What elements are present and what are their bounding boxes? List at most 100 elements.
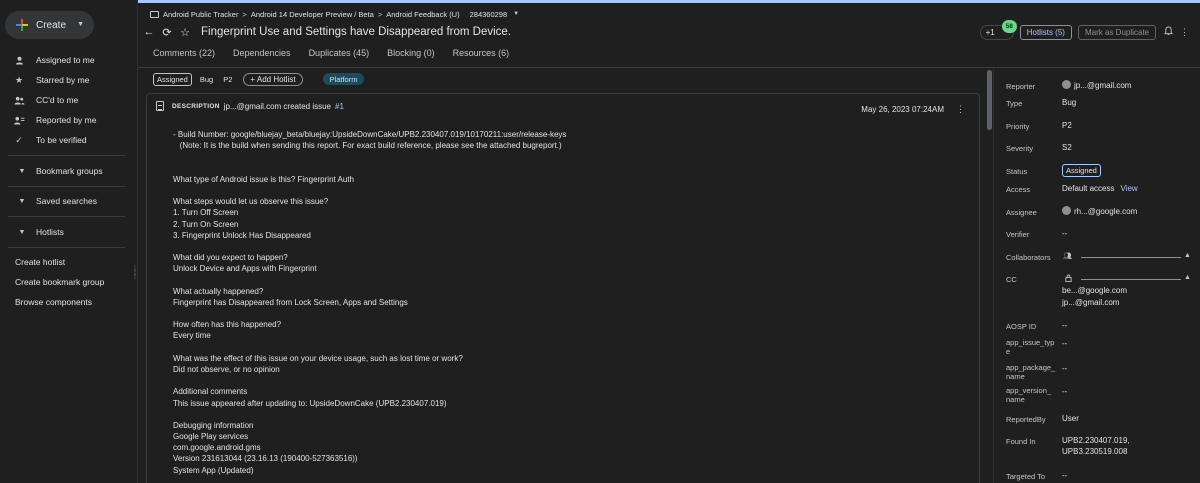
mark-as-duplicate-button[interactable]: Mark as Duplicate — [1077, 24, 1156, 40]
meta-value[interactable]: -- — [1062, 228, 1067, 239]
assignee-email: rh...@google.com — [1074, 207, 1138, 216]
create-hotlist-link[interactable]: Create hotlist — [15, 257, 65, 267]
plus-one-button[interactable]: +1 58 — [979, 19, 1017, 40]
sidebar-item-assigned[interactable]: Assigned to me — [0, 51, 138, 69]
chevron-down-icon: ▼ — [77, 21, 84, 28]
cc-email[interactable]: jp...@gmail.com — [1062, 297, 1119, 308]
add-hotlist-button[interactable]: + Add Hotlist — [243, 72, 303, 86]
meta-value[interactable]: User — [1062, 413, 1079, 424]
create-button[interactable]: Create ▼ — [5, 11, 94, 39]
chevron-down-icon: ▼ — [18, 228, 26, 236]
divider-line — [1081, 257, 1181, 258]
description-line: Version 231613044 (23.16.13 (190400-5273… — [173, 454, 358, 464]
description-line: What type of Android issue is this? Fing… — [173, 174, 354, 184]
meta-value: Default access View — [1062, 183, 1138, 194]
chevron-down-icon[interactable]: ▼ — [513, 11, 519, 17]
title-bar: ← ⟳ ☆ Fingerprint Use and Settings have … — [143, 23, 512, 41]
chevron-up-icon[interactable]: ▲ — [1184, 252, 1191, 259]
sidebar-item-ccd[interactable]: CC'd to me — [0, 91, 138, 109]
meta-key: app_version_ name — [1006, 386, 1052, 404]
tab-dependencies[interactable]: Dependencies — [233, 48, 291, 64]
sidebar-group-saved-searches[interactable]: ▼ Saved searches — [0, 192, 138, 210]
tab-blocking[interactable]: Blocking (0) — [387, 48, 435, 64]
back-arrow-icon[interactable]: ← — [143, 26, 155, 38]
meta-value[interactable]: P2 — [1062, 120, 1072, 131]
meta-value[interactable]: Bug — [1062, 97, 1076, 108]
description-header: DESCRIPTION jp...@gmail.com created issu… — [156, 101, 344, 111]
tabs-divider — [138, 67, 1200, 68]
browse-components-link[interactable]: Browse components — [15, 297, 92, 307]
tab-comments[interactable]: Comments (22) — [153, 48, 215, 64]
access-value: Default access — [1062, 184, 1115, 193]
sidebar-item-label: Starred by me — [36, 75, 90, 85]
description-line: What was the effect of this issue on you… — [173, 353, 463, 363]
star-outline-icon[interactable]: ☆ — [179, 26, 191, 39]
avatar — [1062, 206, 1071, 215]
sidebar-item-reported[interactable]: Reported by me — [0, 111, 138, 129]
description-line — [173, 308, 953, 319]
more-vert-icon[interactable]: ⋮ — [956, 104, 965, 115]
scrollbar-thumb[interactable] — [987, 70, 992, 130]
description-line — [173, 163, 953, 174]
breadcrumb-item[interactable]: Android 14 Developer Preview / Beta — [251, 10, 374, 19]
header-actions: +1 58 Hotlists (5) Mark as Duplicate ⋮ — [979, 19, 1189, 40]
page-title: Fingerprint Use and Settings have Disapp… — [201, 26, 512, 38]
chevron-down-icon: ▼ — [18, 197, 26, 205]
cc-email[interactable]: be...@google.com — [1062, 285, 1127, 296]
tab-duplicates[interactable]: Duplicates (45) — [309, 48, 370, 64]
sidebar-group-bookmark-groups[interactable]: ▼ Bookmark groups — [0, 162, 138, 180]
more-vert-icon[interactable]: ⋮ — [1180, 27, 1189, 38]
meta-key: CC — [1006, 275, 1017, 284]
description-line — [173, 151, 953, 162]
hotlists-button[interactable]: Hotlists (5) — [1019, 24, 1072, 40]
sidebar-item-starred[interactable]: ★ Starred by me — [0, 71, 138, 89]
found-in-value[interactable]: UPB3.230519.008 — [1062, 446, 1127, 457]
meta-value[interactable]: -- — [1062, 338, 1067, 349]
document-icon — [156, 101, 164, 111]
meta-value[interactable]: rh...@google.com — [1062, 206, 1137, 217]
description-line: This issue appeared after updating to: U… — [173, 398, 447, 408]
meta-value[interactable]: -- — [1062, 386, 1067, 397]
tab-resources[interactable]: Resources (6) — [453, 48, 510, 64]
description-line — [173, 185, 953, 196]
plus-icon — [16, 19, 28, 31]
found-in-value[interactable]: UPB2.230407.019, — [1062, 435, 1130, 446]
chevron-down-icon: ▼ — [18, 167, 26, 175]
description-line: Unlock Device and Apps with Fingerprint — [173, 264, 317, 274]
view-access-link[interactable]: View — [1120, 184, 1137, 193]
breadcrumb-item[interactable]: Android Feedback (U) — [386, 10, 459, 19]
create-bookmark-group-link[interactable]: Create bookmark group — [15, 277, 104, 287]
meta-value[interactable]: -- — [1062, 470, 1067, 481]
sidebar-resize-handle[interactable]: ⁞ ⁞ ⁞ — [134, 266, 138, 288]
sidebar-divider — [8, 186, 125, 187]
meta-value[interactable]: jp...@gmail.com — [1062, 80, 1131, 91]
description-label: DESCRIPTION — [172, 102, 220, 110]
meta-value[interactable]: S2 — [1062, 142, 1072, 153]
meta-key: ReportedBy — [1006, 415, 1046, 424]
chevron-up-icon[interactable]: ▲ — [1184, 274, 1191, 281]
description-line: What did you expect to happen? — [173, 253, 288, 263]
type-chip[interactable]: Bug — [198, 75, 215, 84]
breadcrumb-item[interactable]: Android Public Tracker — [163, 10, 238, 19]
bell-icon[interactable] — [1162, 26, 1174, 38]
description-line: Every time — [173, 331, 211, 341]
description-line: How often has this happened? — [173, 320, 282, 330]
meta-value[interactable]: -- — [1062, 363, 1067, 374]
component-chip[interactable]: Platform — [322, 73, 365, 85]
status-chip[interactable]: Assigned — [153, 72, 192, 86]
description-card: DESCRIPTION jp...@gmail.com created issu… — [146, 93, 980, 483]
sidebar-item-to-be-verified[interactable]: ✓ To be verified — [0, 131, 138, 149]
check-icon: ✓ — [15, 134, 23, 145]
breadcrumb-separator: > — [242, 9, 247, 19]
sidebar-group-hotlists[interactable]: ▼ Hotlists — [0, 223, 138, 241]
divider-line — [1081, 279, 1181, 280]
priority-chip[interactable]: P2 — [221, 75, 234, 84]
meta-value[interactable]: -- — [1062, 320, 1067, 331]
issue-number-link[interactable]: #1 — [335, 102, 344, 111]
people-icon — [0, 96, 36, 105]
meta-value[interactable]: Assigned — [1062, 164, 1101, 177]
meta-key: Access — [1006, 185, 1031, 194]
refresh-icon[interactable]: ⟳ — [161, 26, 173, 39]
description-line — [173, 409, 953, 420]
left-sidebar: Create ▼ Assigned to me ★ Starred by me … — [0, 0, 138, 483]
